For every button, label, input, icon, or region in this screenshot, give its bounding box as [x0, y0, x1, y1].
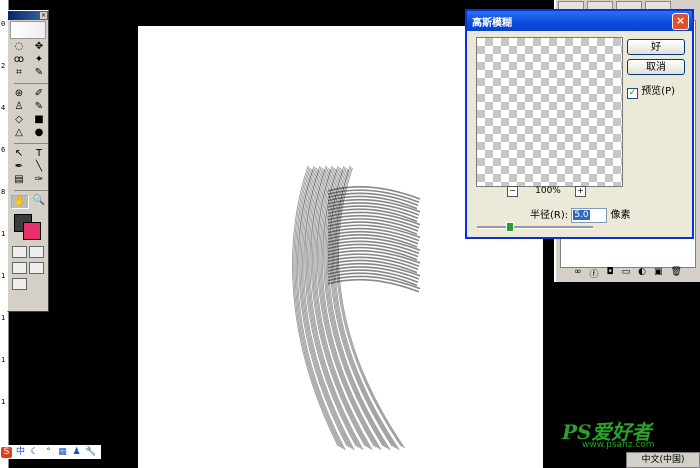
- stamp-icon[interactable]: ♙: [11, 101, 27, 113]
- radius-slider-thumb[interactable]: [506, 222, 515, 232]
- tools-palette-titlebar[interactable]: ×: [8, 11, 48, 20]
- new-layer-icon[interactable]: ▣: [654, 267, 663, 280]
- zoom-out-button[interactable]: −: [507, 186, 518, 197]
- ruler-tick: 8: [1, 188, 6, 196]
- quick-mask-icon[interactable]: [29, 246, 44, 258]
- sogou-icon[interactable]: S: [1, 446, 12, 458]
- filter-preview[interactable]: [476, 37, 623, 187]
- jump-to-imageready-icon[interactable]: [12, 278, 27, 290]
- ok-button[interactable]: 好: [627, 39, 685, 55]
- hand-icon[interactable]: ✋: [11, 195, 29, 209]
- link-icon[interactable]: ∞: [574, 267, 582, 280]
- radius-value: 5.0: [573, 209, 590, 220]
- input-method-toolbar[interactable]: S 中 ☾ ° ▦ ♟ 🔧: [0, 445, 101, 459]
- close-icon[interactable]: ×: [672, 13, 689, 30]
- crop-icon[interactable]: ⌗: [11, 67, 27, 79]
- trash-icon[interactable]: 🗑: [671, 267, 682, 280]
- punctuation-icon[interactable]: °: [43, 447, 54, 458]
- keyboard-icon[interactable]: ▦: [57, 447, 68, 458]
- ruler-tick: 1: [1, 356, 6, 364]
- eyedropper-icon[interactable]: ✑: [31, 174, 47, 186]
- ruler-tick: 1: [1, 230, 6, 238]
- tools-separator: [14, 83, 48, 84]
- wrench-icon[interactable]: 🔧: [85, 447, 96, 458]
- screen-mode-full-icon[interactable]: [29, 262, 44, 274]
- type-icon[interactable]: T: [31, 148, 47, 160]
- ruler-tick: 1: [1, 272, 6, 280]
- dialog-titlebar[interactable]: 高斯模糊 ×: [467, 11, 692, 31]
- standard-mode-icon[interactable]: [12, 246, 27, 258]
- radius-input[interactable]: 5.0: [571, 207, 608, 223]
- skin-icon[interactable]: ♟: [71, 447, 82, 458]
- layer-style-icon[interactable]: ⓕ: [590, 267, 599, 280]
- preview-checkbox[interactable]: ✓ 预览(P): [627, 82, 675, 99]
- ruler-tick: 0: [1, 20, 6, 28]
- gaussian-blur-dialog[interactable]: 高斯模糊 × − 100% + 好 取消 ✓ 预览(P) 半径(R): 5.0 …: [465, 9, 694, 239]
- preview-checkbox-label: 预览(P): [641, 86, 676, 97]
- blur-icon[interactable]: △: [11, 127, 27, 139]
- cancel-button[interactable]: 取消: [627, 59, 685, 75]
- magic-wand-icon[interactable]: ✦: [31, 54, 47, 66]
- chinese-mode-icon[interactable]: 中: [15, 447, 26, 458]
- zoom-value: 100%: [535, 186, 561, 196]
- close-icon[interactable]: ×: [40, 12, 47, 19]
- dialog-title: 高斯模糊: [472, 18, 512, 29]
- radius-slider[interactable]: [477, 222, 593, 232]
- gradient-icon[interactable]: ■: [31, 114, 47, 126]
- ruler-tick: 2: [1, 62, 6, 70]
- radius-label: 半径(R):: [530, 210, 569, 221]
- notes-icon[interactable]: ▤: [11, 174, 27, 186]
- tools-separator: [14, 190, 48, 191]
- slice-icon[interactable]: ✎: [31, 67, 47, 79]
- background-color-swatch[interactable]: [23, 222, 41, 240]
- photoshop-feather-logo[interactable]: [10, 21, 46, 39]
- radius-unit: 像素: [610, 210, 631, 221]
- ruler-tick: 1: [1, 398, 6, 406]
- move-icon[interactable]: ✥: [31, 41, 47, 53]
- tools-separator: [14, 143, 48, 144]
- dodge-icon[interactable]: ●: [31, 127, 47, 139]
- zoom-in-button[interactable]: +: [575, 186, 586, 197]
- radius-row: 半径(R): 5.0 像素: [530, 206, 631, 223]
- color-swatches[interactable]: [11, 212, 45, 242]
- preview-zoom-controls: − 100% +: [507, 186, 589, 198]
- new-group-icon[interactable]: ▭: [622, 267, 631, 280]
- language-indicator[interactable]: 中文(中国): [626, 452, 700, 468]
- zoom-icon[interactable]: 🔍: [31, 195, 47, 207]
- healing-icon[interactable]: ⊛: [11, 88, 27, 100]
- adjustment-layer-icon[interactable]: ◐: [638, 267, 646, 280]
- ruler-tick: 4: [1, 104, 6, 112]
- ruler-tick: 1: [1, 314, 6, 322]
- pen-icon[interactable]: ✒: [11, 161, 27, 173]
- lasso-icon[interactable]: ꝏ: [11, 54, 27, 66]
- line-icon[interactable]: ╲: [31, 161, 47, 173]
- moon-icon[interactable]: ☾: [29, 447, 40, 458]
- checkmark-icon[interactable]: ✓: [627, 88, 638, 99]
- ruler-tick: 6: [1, 146, 6, 154]
- tools-palette[interactable]: × ◌ ✥ ꝏ ✦ ⌗ ✎ ⊛ ✐ ♙ ✎ ◇ ■ △ ● ↖ T ✒ ╲ ▤ ✑ ✋ 🔍: [7, 10, 49, 312]
- layer-mask-icon[interactable]: ◘: [607, 267, 614, 280]
- history-brush-icon[interactable]: ✎: [31, 101, 47, 113]
- eraser-icon[interactable]: ◇: [11, 114, 27, 126]
- brush-icon[interactable]: ✐: [31, 88, 47, 100]
- screen-mode-standard-icon[interactable]: [12, 262, 27, 274]
- marquee-icon[interactable]: ◌: [11, 41, 27, 53]
- path-select-icon[interactable]: ↖: [11, 148, 27, 160]
- watermark-url: www.psahz.com: [582, 440, 655, 450]
